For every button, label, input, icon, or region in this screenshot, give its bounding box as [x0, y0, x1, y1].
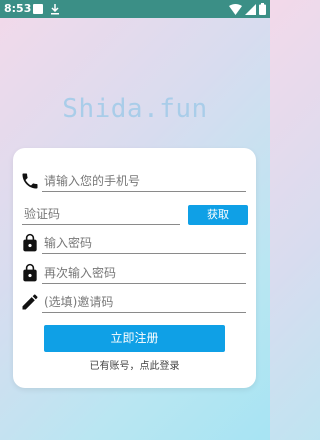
verification-code-input[interactable] [22, 204, 184, 224]
lock-icon [23, 233, 37, 252]
wifi-icon [229, 3, 242, 15]
verification-code-field-wrapper [22, 203, 184, 225]
battery-icon [259, 3, 266, 15]
lock-icon [23, 263, 37, 282]
app-square-icon [33, 4, 43, 14]
phone-input[interactable] [42, 171, 250, 191]
phone-field-wrapper [42, 170, 250, 192]
phone-icon [22, 173, 38, 189]
status-time: 8:53 [4, 2, 32, 15]
confirm-password-field-wrapper [42, 262, 250, 284]
signal-icon [245, 3, 256, 15]
register-card: 获取 立即注册 已有账号，点此登录 [13, 148, 256, 388]
status-bar: 8:53 [0, 0, 270, 18]
get-code-button[interactable]: 获取 [188, 205, 248, 225]
login-link[interactable]: 已有账号，点此登录 [13, 357, 256, 372]
register-button[interactable]: 立即注册 [44, 325, 225, 352]
download-icon [51, 4, 59, 15]
invite-code-input[interactable] [42, 292, 250, 312]
password-input[interactable] [42, 233, 250, 253]
password-field-wrapper [42, 232, 250, 254]
status-icons [229, 3, 266, 15]
pencil-icon [22, 294, 38, 310]
invite-code-field-wrapper [42, 291, 250, 313]
confirm-password-input[interactable] [42, 263, 250, 283]
brand-title: Shida.fun [62, 94, 208, 124]
